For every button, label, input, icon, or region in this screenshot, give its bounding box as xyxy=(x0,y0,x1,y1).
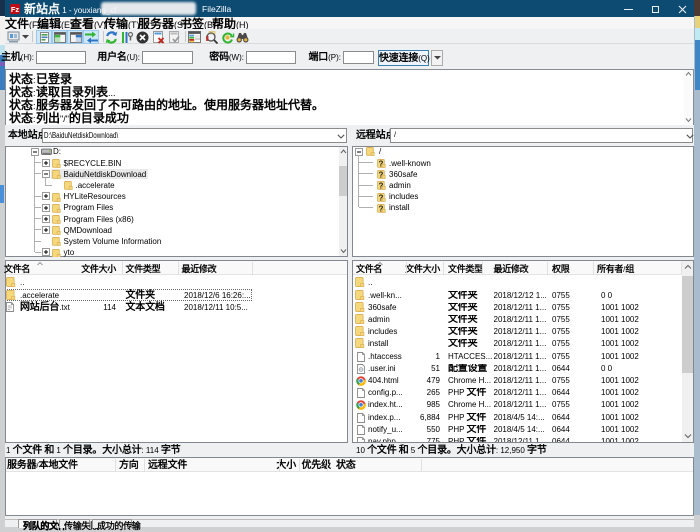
svg-text:?: ? xyxy=(379,204,384,213)
svg-text:?: ? xyxy=(379,159,384,168)
svg-text:?: ? xyxy=(379,171,384,180)
svg-text:Fz: Fz xyxy=(11,5,20,14)
svg-text:?: ? xyxy=(379,193,384,202)
svg-text:?: ? xyxy=(379,182,384,191)
